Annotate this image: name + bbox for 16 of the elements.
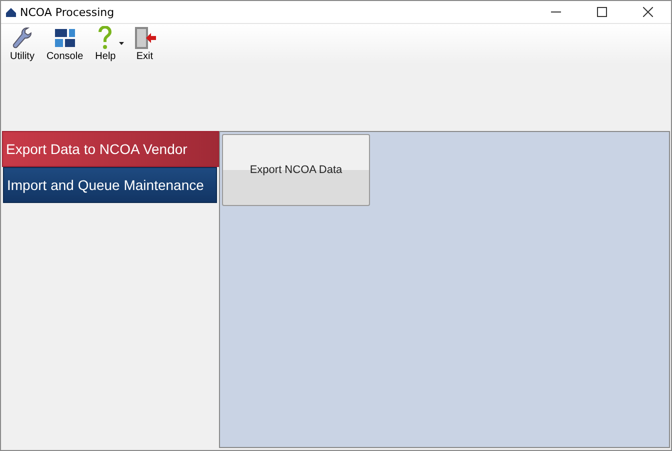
export-button[interactable]: Export NCOA Data (222, 134, 370, 206)
exit-button[interactable]: Exit (130, 24, 160, 64)
utility-button[interactable]: Utility (7, 24, 38, 64)
nav-item[interactable]: Import and Queue Maintenance (3, 167, 217, 203)
caret-icon[interactable] (118, 42, 124, 45)
panels-icon (54, 26, 76, 50)
question-icon (98, 26, 112, 50)
nav-item[interactable]: Export Data to NCOA Vendor (2, 131, 219, 167)
help-button[interactable]: Help (92, 24, 119, 64)
app-icon (6, 8, 16, 16)
console-button[interactable]: Console (43, 24, 86, 64)
close-icon (643, 7, 653, 17)
exit-door-icon (132, 26, 157, 50)
maximize-icon (597, 7, 607, 17)
wrench-icon (11, 26, 34, 50)
window-title: NCOA Processing (20, 6, 114, 18)
